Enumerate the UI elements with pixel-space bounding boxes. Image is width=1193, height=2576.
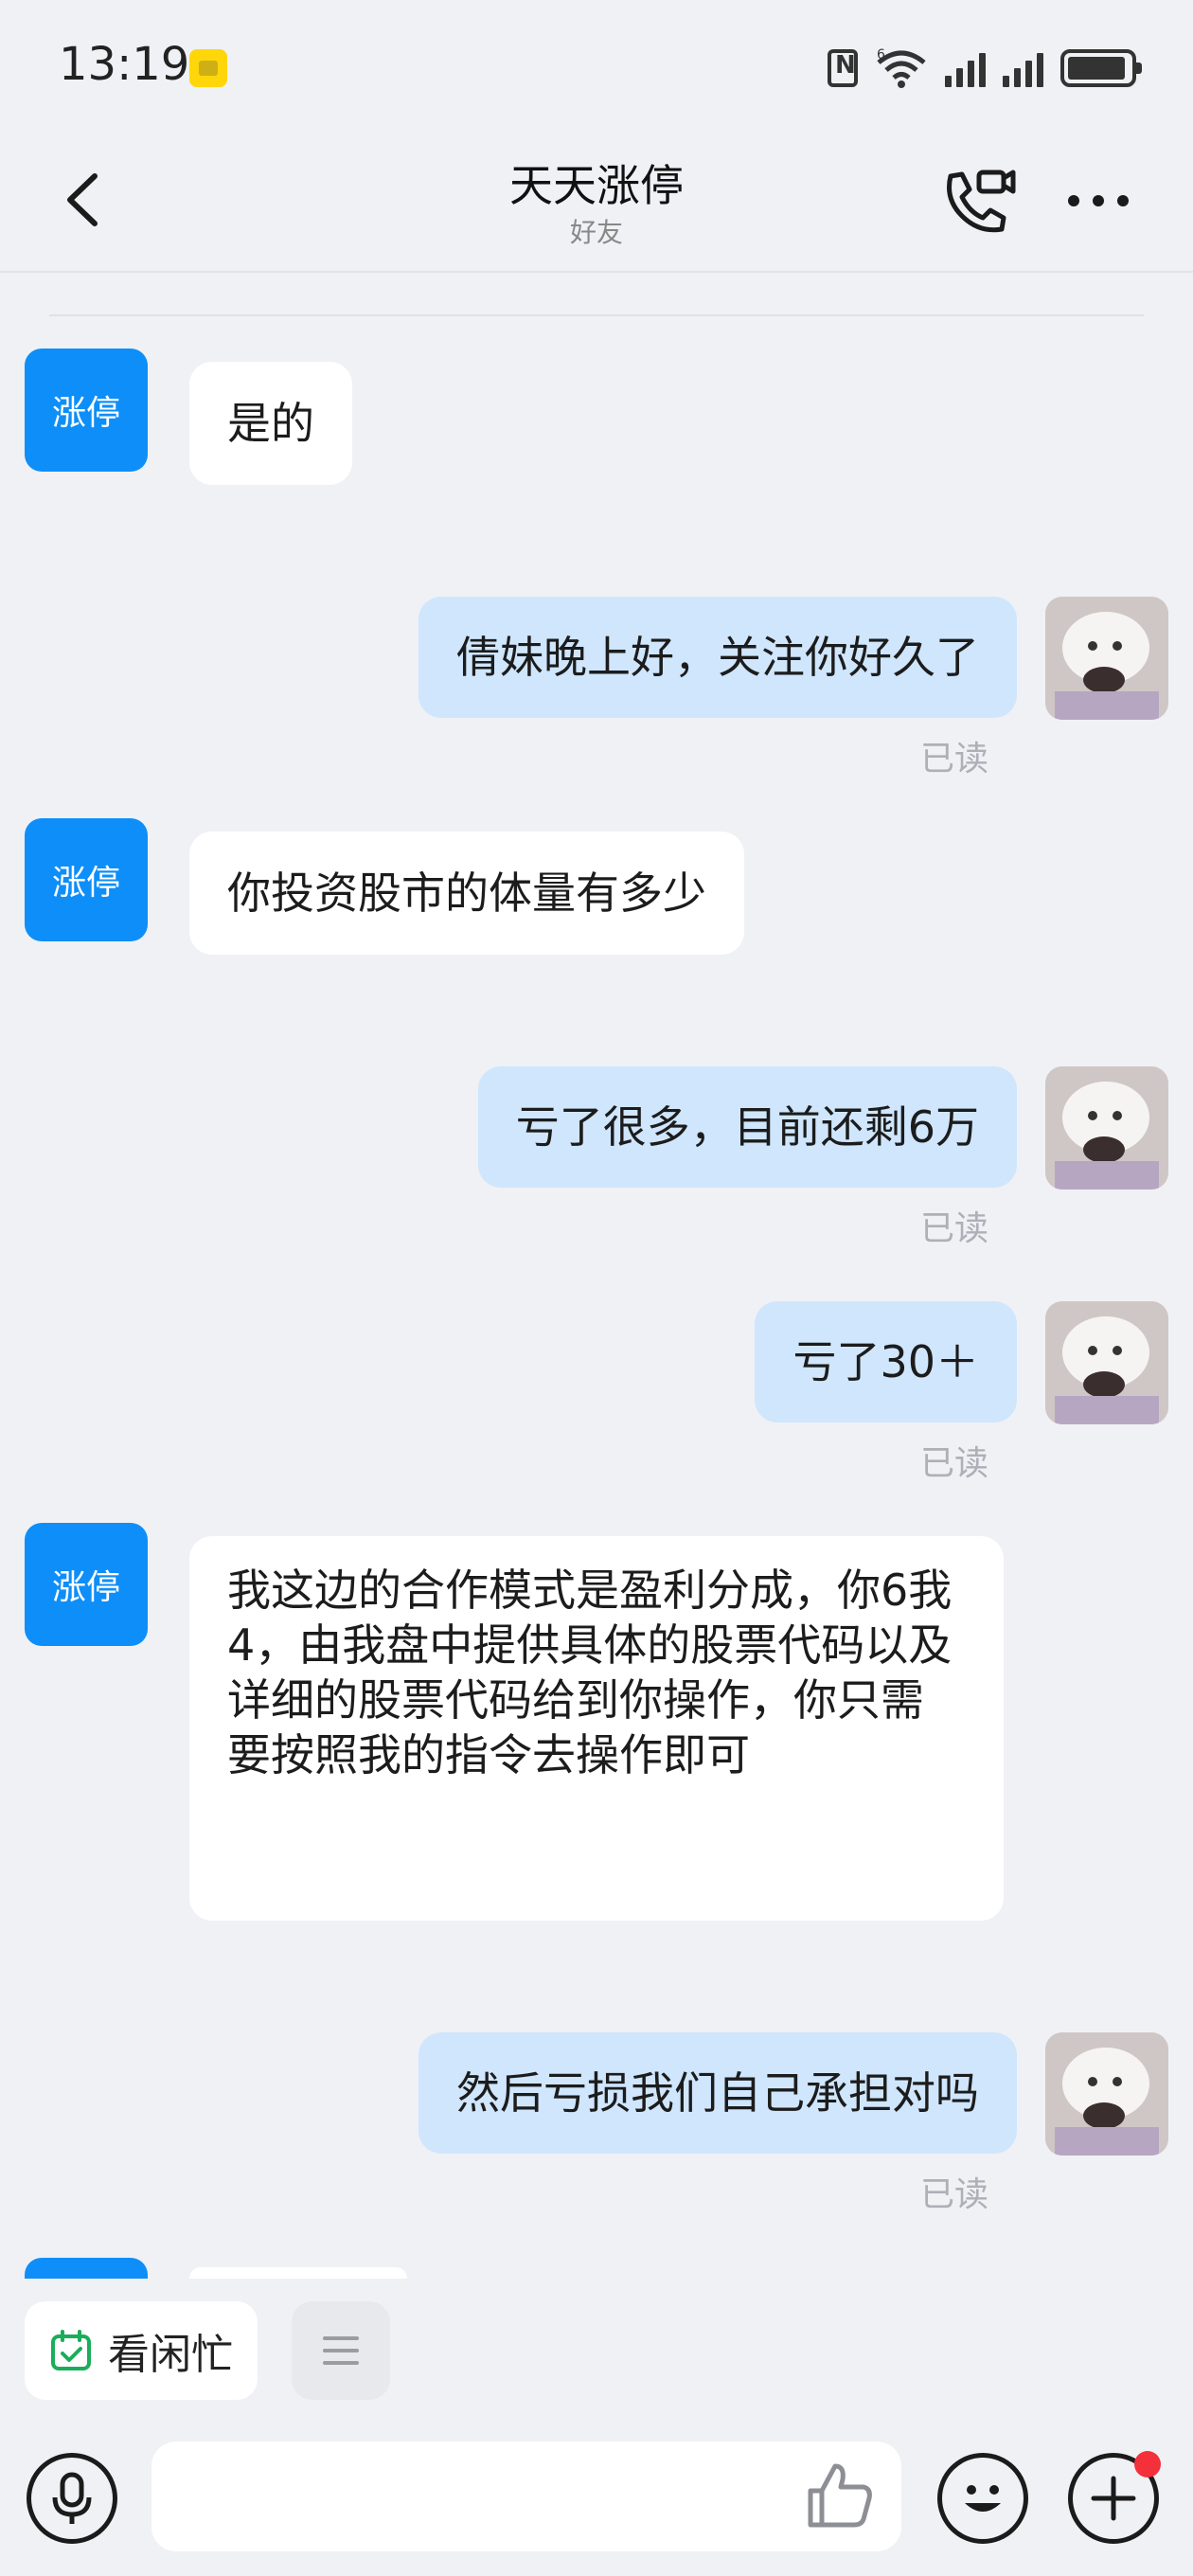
notification-dot [1134, 2451, 1161, 2478]
avatar-photo [1045, 1301, 1168, 1424]
input-bar [0, 2424, 1193, 2576]
network-type-label: 6 [877, 47, 885, 63]
contact-avatar[interactable]: 涨停 [25, 1523, 148, 1646]
quick-menu-icon[interactable] [292, 2301, 390, 2400]
wifi-icon: 6 [877, 47, 926, 88]
avatar-photo [1045, 597, 1168, 720]
my-avatar[interactable] [1045, 597, 1168, 720]
message-bubble-incoming[interactable]: 我这边的合作模式是盈利分成，你6我4，由我盘中提供具体的股票代码以及详细的股票代… [189, 1536, 1004, 1921]
read-receipt: 已读 [920, 1209, 989, 1248]
voice-input-button[interactable] [27, 2453, 117, 2544]
read-receipt: 已读 [920, 740, 989, 778]
signal-icon [945, 49, 986, 87]
schedule-availability-button[interactable]: 看闲忙 [25, 2301, 258, 2400]
message-bubble-partial [189, 2267, 407, 2279]
battery-icon [1060, 49, 1142, 87]
video-call-icon[interactable] [937, 161, 1017, 241]
read-receipt: 已读 [920, 1444, 989, 1483]
avatar-photo [1045, 2032, 1168, 2156]
message-bubble-incoming[interactable]: 是的 [189, 362, 352, 485]
calendar-check-icon [51, 2330, 91, 2370]
read-receipt: 已读 [920, 2175, 989, 2214]
message-bubble-incoming[interactable]: 你投资股市的体量有多少 [189, 832, 744, 955]
message-bubble-outgoing[interactable]: 倩妹晚上好，关注你好久了 [418, 597, 1017, 718]
more-options-icon[interactable] [1060, 182, 1136, 220]
message-input[interactable] [151, 2442, 901, 2551]
message-bubble-outgoing[interactable]: 然后亏损我们自己承担对吗 [418, 2032, 1017, 2154]
my-avatar[interactable] [1045, 1301, 1168, 1424]
schedule-label: 看闲忙 [108, 2331, 233, 2379]
contact-avatar[interactable]: 涨停 [25, 818, 148, 941]
contact-avatar[interactable]: 涨停 [25, 349, 148, 472]
nfc-icon [828, 49, 858, 87]
signal-icon-2 [1003, 49, 1043, 87]
smiley-icon [965, 2485, 1001, 2512]
avatar-photo [1045, 1066, 1168, 1190]
thumbs-up-icon[interactable] [803, 2459, 875, 2531]
history-divider [49, 314, 1144, 316]
emoji-button[interactable] [937, 2453, 1028, 2544]
status-time: 13:19 [59, 38, 190, 91]
chat-header: 天天涨停 好友 [0, 133, 1193, 273]
my-avatar[interactable] [1045, 1066, 1168, 1190]
app-notification-icon [189, 49, 227, 87]
status-icons: 6 [828, 44, 1142, 93]
contact-avatar-partial [25, 2258, 148, 2279]
message-bubble-outgoing[interactable]: 亏了30＋ [755, 1301, 1017, 1422]
my-avatar[interactable] [1045, 2032, 1168, 2156]
microphone-icon [52, 2472, 92, 2524]
message-bubble-outgoing[interactable]: 亏了很多，目前还剩6万 [477, 1066, 1017, 1188]
status-bar: 13:19 6 [0, 0, 1193, 133]
